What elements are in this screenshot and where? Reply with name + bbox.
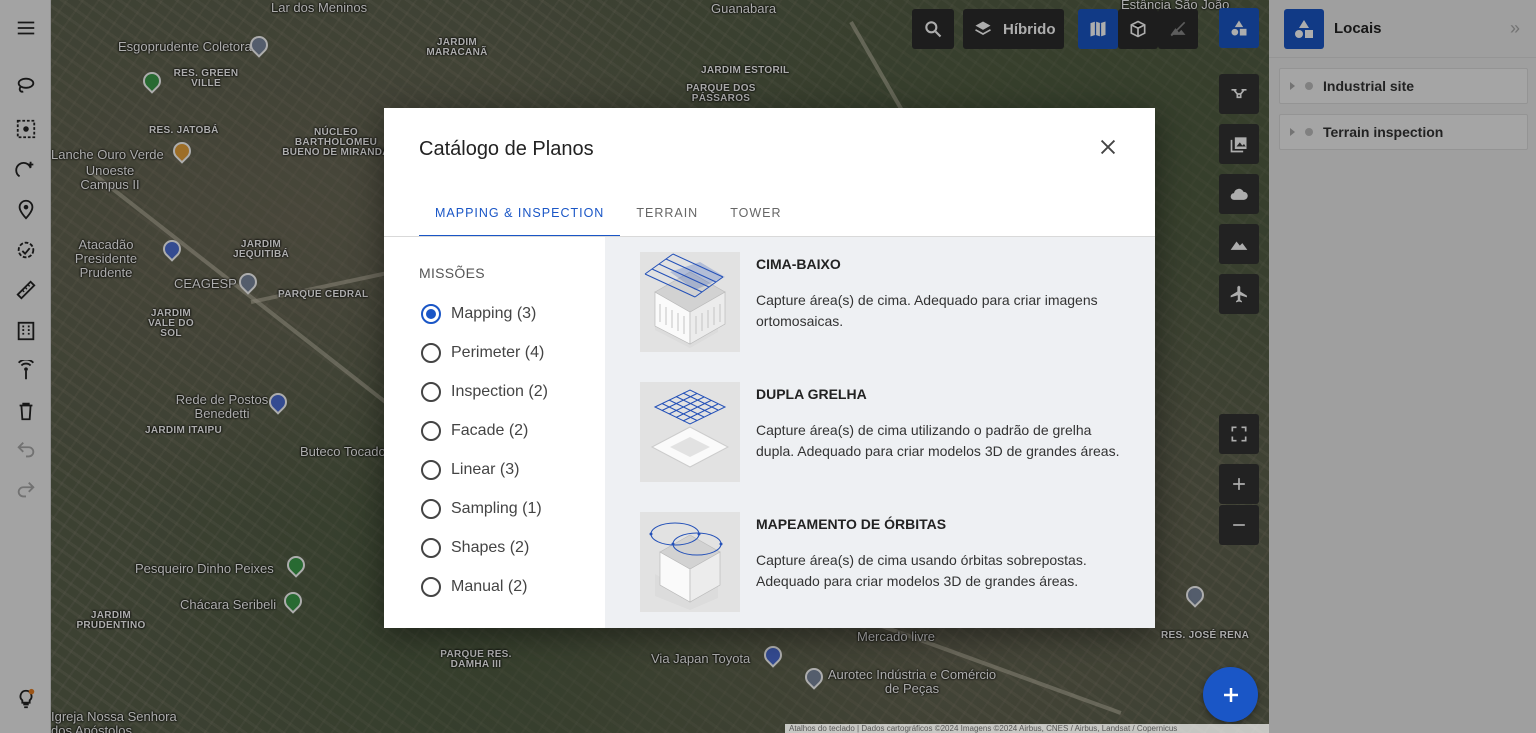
tab-terrain[interactable]: TERRAIN xyxy=(620,196,714,237)
mission-option-sampling[interactable]: Sampling (1) xyxy=(421,499,542,519)
radio-button[interactable] xyxy=(421,343,441,363)
plan-card-top-down[interactable]: CIMA-BAIXO Capture área(s) de cima. Adeq… xyxy=(640,252,1140,352)
mission-label: Mapping (3) xyxy=(451,305,537,322)
plan-card-double-grid[interactable]: DUPLA GRELHA Capture área(s) de cima uti… xyxy=(640,382,1140,482)
tab-mapping-inspection[interactable]: MAPPING & INSPECTION xyxy=(419,196,621,237)
tab-tower[interactable]: TOWER xyxy=(714,196,797,237)
catalog-tabs: MAPPING & INSPECTION TERRAIN TOWER xyxy=(419,196,798,237)
plan-description: Capture área(s) de cima usando órbitas s… xyxy=(756,552,1087,589)
plan-description: Capture área(s) de cima utilizando o pad… xyxy=(756,422,1120,459)
radio-button[interactable] xyxy=(421,421,441,441)
plan-title: DUPLA GRELHA xyxy=(756,386,867,402)
mission-option-inspection[interactable]: Inspection (2) xyxy=(421,382,548,402)
mission-label: Shapes (2) xyxy=(451,539,530,556)
plan-card-orbit-mapping[interactable]: MAPEAMENTO DE ÓRBITAS Capture área(s) de… xyxy=(640,512,1140,612)
plan-title: CIMA-BAIXO xyxy=(756,256,841,272)
orbit-mapping-plan-illustration xyxy=(640,512,740,612)
radio-button[interactable] xyxy=(421,382,441,402)
map-attribution: Atalhos do teclado | Dados cartográficos… xyxy=(785,724,1269,733)
mission-label: Sampling (1) xyxy=(451,500,542,517)
mission-option-linear[interactable]: Linear (3) xyxy=(421,460,519,480)
mission-label: Facade (2) xyxy=(451,422,529,439)
radio-button[interactable] xyxy=(421,499,441,519)
mission-option-perimeter[interactable]: Perimeter (4) xyxy=(421,343,544,363)
plan-catalog-dialog: Catálogo de Planos MAPPING & INSPECTION … xyxy=(384,108,1155,628)
double-grid-plan-illustration xyxy=(640,382,740,482)
plan-description: Capture área(s) de cima. Adequado para c… xyxy=(756,292,1098,329)
missions-list: MISSÕES Mapping (3) Perimeter (4) Inspec… xyxy=(384,237,605,628)
radio-button[interactable] xyxy=(421,577,441,597)
top-down-plan-illustration xyxy=(640,252,740,352)
missions-heading: MISSÕES xyxy=(419,265,485,281)
mission-label: Linear (3) xyxy=(451,461,520,478)
mission-label: Manual (2) xyxy=(451,578,528,595)
mission-label: Perimeter (4) xyxy=(451,344,545,361)
mission-label: Inspection (2) xyxy=(451,383,548,400)
add-plan-fab[interactable] xyxy=(1203,667,1258,722)
mission-option-manual[interactable]: Manual (2) xyxy=(421,577,527,597)
mission-option-shapes[interactable]: Shapes (2) xyxy=(421,538,529,558)
plans-list: CIMA-BAIXO Capture área(s) de cima. Adeq… xyxy=(605,237,1155,628)
mission-option-mapping[interactable]: Mapping (3) xyxy=(421,304,536,324)
dialog-title: Catálogo de Planos xyxy=(419,138,594,160)
mission-option-facade[interactable]: Facade (2) xyxy=(421,421,528,441)
radio-button[interactable] xyxy=(421,460,441,480)
radio-button[interactable] xyxy=(421,304,441,324)
radio-button[interactable] xyxy=(421,538,441,558)
close-icon[interactable] xyxy=(1097,136,1119,158)
plan-title: MAPEAMENTO DE ÓRBITAS xyxy=(756,516,947,532)
plus-icon xyxy=(1223,687,1238,702)
